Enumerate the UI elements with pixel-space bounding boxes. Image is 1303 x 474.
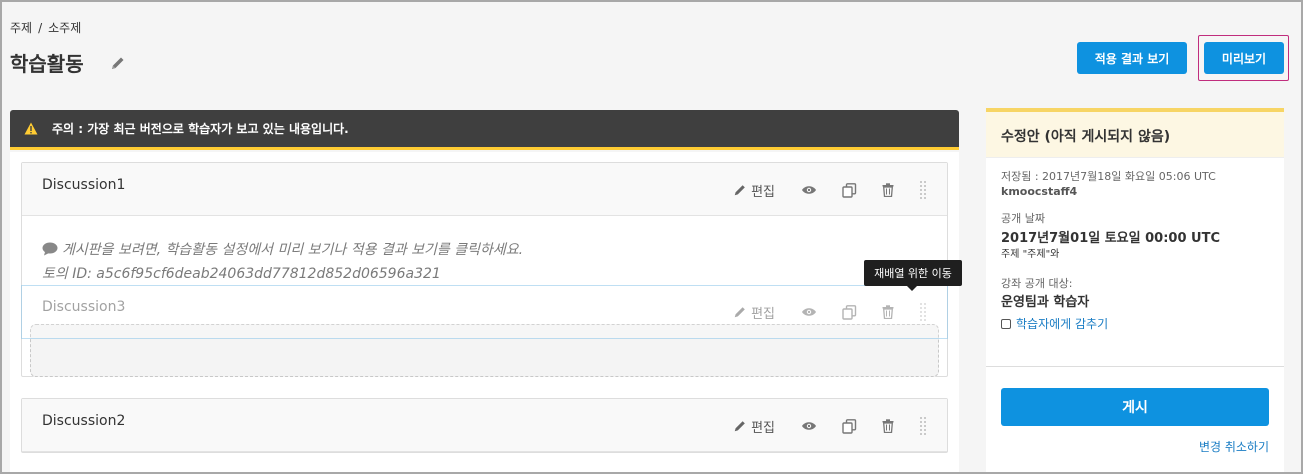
edit-label: 편집 bbox=[751, 420, 775, 436]
trash-icon[interactable] bbox=[882, 183, 894, 197]
trash-icon[interactable] bbox=[882, 419, 894, 433]
release-date: 2017년7월01일 토요일 00:00 UTC bbox=[1001, 231, 1221, 246]
publish-sidebar: 수정안 (아직 게시되지 않음) 저장됨 : 2017년7월18일 화요일 05… bbox=[986, 108, 1284, 472]
pencil-icon[interactable] bbox=[110, 55, 126, 71]
warning-banner: 주의 : 가장 최근 버전으로 학습자가 보고 있는 내용입니다. bbox=[10, 110, 959, 150]
hide-label[interactable]: 학습자에게 감추기 bbox=[1016, 315, 1108, 332]
eye-icon[interactable] bbox=[801, 184, 817, 196]
unit-discussion2: Discussion2 편집 bbox=[21, 398, 948, 453]
pencil-icon bbox=[734, 421, 745, 432]
app-frame: 주제 / 소주제 학습활동 적용 결과 보기 미리보기 주의 : 가장 최근 버전으… bbox=[0, 0, 1303, 474]
visibility-label: 강좌 공개 대상: bbox=[1001, 277, 1073, 290]
unit-name: Discussion3 bbox=[42, 299, 126, 315]
unit-name: Discussion2 bbox=[42, 413, 126, 429]
unit-header: Discussion1 편집 bbox=[22, 163, 947, 216]
eye-icon[interactable] bbox=[801, 420, 817, 432]
visibility-value: 운영팀과 학습자 bbox=[1001, 295, 1090, 310]
hide-from-students-toggle[interactable]: 학습자에게 감추기 bbox=[1001, 315, 1269, 332]
page-title: 학습활동 bbox=[10, 52, 84, 76]
unit-actions: 편집 bbox=[733, 302, 927, 322]
breadcrumb-separator: / bbox=[38, 21, 43, 35]
discussion-message: 게시판을 보려면, 학습활동 설정에서 미리 보기나 적용 결과 보기를 클릭하… bbox=[42, 238, 523, 286]
publish-button[interactable]: 게시 bbox=[1001, 388, 1269, 426]
reorder-tooltip: 재배열 위한 이동 bbox=[864, 260, 962, 291]
edit-button[interactable]: 편집 bbox=[733, 417, 775, 436]
duplicate-icon[interactable] bbox=[842, 182, 857, 198]
message-line-2: 토의 ID: a5c6f95cf6deab24063dd77812d852d06… bbox=[42, 266, 441, 282]
pencil-icon bbox=[734, 185, 745, 196]
pencil-icon bbox=[734, 307, 745, 318]
trash-icon[interactable] bbox=[882, 305, 894, 319]
edit-button[interactable]: 편집 bbox=[733, 303, 775, 322]
breadcrumb: 주제 / 소주제 bbox=[10, 19, 81, 36]
sidebar-title: 수정안 (아직 게시되지 않음) bbox=[986, 112, 1284, 158]
dragging-unit-discussion3[interactable]: Discussion3 편집 bbox=[21, 285, 948, 339]
discard-changes-link[interactable]: 변경 취소하기 bbox=[1199, 438, 1269, 455]
drag-handle-icon[interactable] bbox=[919, 416, 927, 436]
breadcrumb-subsection[interactable]: 소주제 bbox=[48, 21, 81, 35]
edit-button[interactable]: 편집 bbox=[733, 181, 775, 200]
warning-icon bbox=[24, 122, 38, 135]
drag-handle-icon[interactable] bbox=[919, 180, 927, 200]
unit-actions: 편집 bbox=[733, 180, 927, 200]
eye-icon[interactable] bbox=[801, 306, 817, 318]
duplicate-icon[interactable] bbox=[842, 418, 857, 434]
comment-icon bbox=[42, 242, 58, 256]
release-with: 주제 "주제"와 bbox=[1001, 249, 1060, 260]
unit-actions: 편집 bbox=[733, 416, 927, 436]
sidebar-details: 저장됨 : 2017년7월18일 화요일 05:06 UTC kmoocstaf… bbox=[986, 158, 1284, 367]
edit-label: 편집 bbox=[751, 306, 775, 322]
view-live-button[interactable]: 적용 결과 보기 bbox=[1077, 42, 1187, 74]
warning-text: 주의 : 가장 최근 버전으로 학습자가 보고 있는 내용입니다. bbox=[52, 122, 349, 136]
release-label: 공개 날짜 bbox=[1001, 212, 1045, 225]
unit-name: Discussion1 bbox=[42, 177, 126, 193]
hide-checkbox[interactable] bbox=[1001, 318, 1011, 329]
unit-header: Discussion2 편집 bbox=[22, 399, 947, 452]
saved-by: kmoocstaff4 bbox=[1001, 185, 1078, 198]
saved-line: 저장됨 : 2017년7월18일 화요일 05:06 UTC bbox=[1001, 170, 1216, 183]
duplicate-icon[interactable] bbox=[842, 304, 857, 320]
breadcrumb-section[interactable]: 주제 bbox=[10, 21, 32, 35]
edit-label: 편집 bbox=[751, 184, 775, 200]
preview-button[interactable]: 미리보기 bbox=[1204, 42, 1284, 74]
drag-handle-icon[interactable] bbox=[919, 302, 927, 322]
message-line-1: 게시판을 보려면, 학습활동 설정에서 미리 보기나 적용 결과 보기를 클릭하… bbox=[62, 242, 524, 258]
